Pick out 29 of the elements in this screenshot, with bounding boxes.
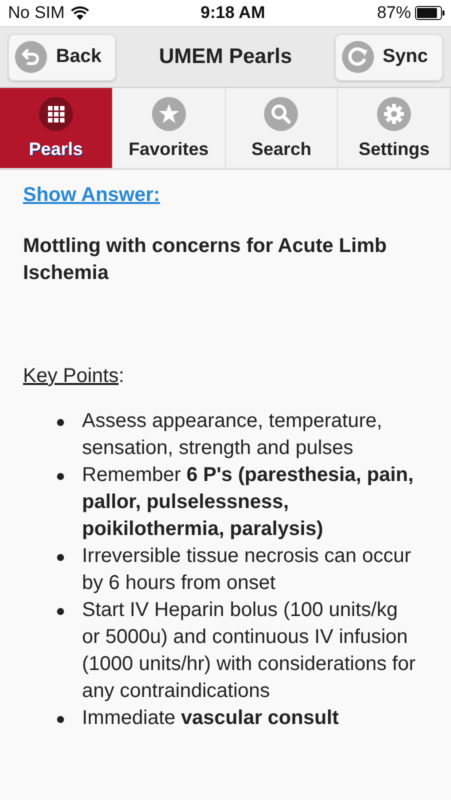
sync-button[interactable]: Sync <box>334 34 443 80</box>
battery-icon <box>415 6 445 20</box>
battery-percent: 87% <box>376 3 411 23</box>
bullet-icon <box>57 554 64 561</box>
refresh-icon <box>342 41 374 73</box>
bullet-icon <box>57 608 64 615</box>
show-answer-link[interactable]: Show Answer: <box>23 184 160 207</box>
bullet-icon <box>57 716 64 723</box>
carrier-label: No SIM <box>8 3 65 23</box>
bullet-icon <box>57 419 64 426</box>
status-time: 9:18 AM <box>200 3 266 23</box>
settings-icon <box>377 96 412 130</box>
key-point-text: Assess appearance, temperature, sensation, strength and pulses <box>82 409 384 461</box>
tab[interactable]: Settings <box>338 88 451 168</box>
key-point-text: Immediate vascular consult <box>82 706 339 731</box>
key-point-text: Irreversible tissue necrosis can occur by 6 hours from onset <box>82 544 412 596</box>
key-points-heading: Key Points: <box>23 365 126 388</box>
key-point-text: Remember 6 P's (paresthesia, pain, pallor, pulselessness, poikilothermia, paralysis) <box>82 463 415 542</box>
back-icon <box>15 41 47 73</box>
wifi-icon <box>70 6 89 20</box>
tab[interactable]: Pearls <box>0 88 113 168</box>
app-title: UMEM Pearls <box>158 45 292 69</box>
tab[interactable]: Favorites <box>112 88 226 168</box>
search-icon <box>264 96 298 130</box>
grid-icon <box>38 96 73 130</box>
tab[interactable]: Search <box>226 88 338 168</box>
question-text: Mottling with concerns for Acute Limb Ischemia <box>23 234 388 286</box>
bullet-icon <box>57 473 64 480</box>
back-button[interactable]: Back <box>8 34 116 80</box>
